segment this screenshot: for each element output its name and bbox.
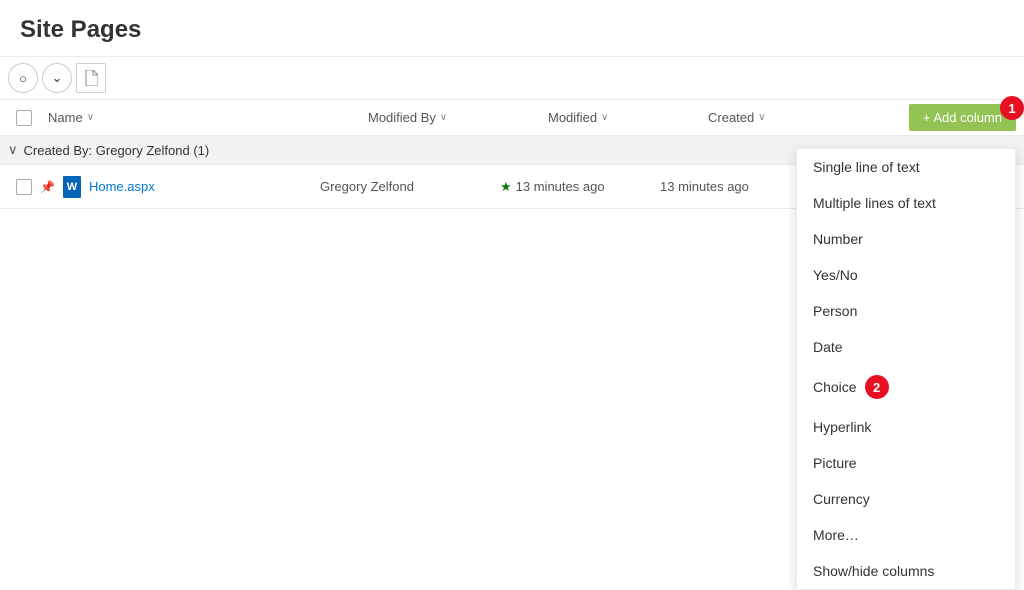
row-checkbox[interactable] xyxy=(16,179,32,195)
cell-modified: ★ 13 minutes ago xyxy=(500,179,660,195)
file-type-icon xyxy=(63,176,81,198)
dropdown-item-choice[interactable]: Choice 2 xyxy=(797,365,1015,409)
column-headers: Name ∨ Modified By ∨ Modified ∨ Created … xyxy=(0,100,1024,136)
chevron-button[interactable]: ⌄ xyxy=(42,63,72,93)
modified-by-sort-icon: ∨ xyxy=(440,112,447,123)
add-column-dropdown: Single line of text Multiple lines of te… xyxy=(796,148,1016,590)
dropdown-item-number[interactable]: Number xyxy=(797,221,1015,257)
badge-2: 2 xyxy=(865,375,889,399)
dropdown-item-single-line[interactable]: Single line of text xyxy=(797,149,1015,185)
circle-button[interactable]: ○ xyxy=(8,63,38,93)
badge-1: 1 xyxy=(1000,96,1024,120)
cell-created: 13 minutes ago xyxy=(660,179,800,194)
cell-name: 📌 Home.aspx xyxy=(40,176,320,198)
file-button[interactable] xyxy=(76,63,106,93)
cell-modified-by: Gregory Zelfond xyxy=(320,179,500,194)
name-sort-icon: ∨ xyxy=(87,112,94,123)
col-header-name[interactable]: Name ∨ xyxy=(40,110,360,125)
page-title: Site Pages xyxy=(0,0,1024,56)
col-header-modified[interactable]: Modified ∨ xyxy=(540,110,700,125)
add-column-label: + Add column xyxy=(923,110,1002,125)
created-sort-icon: ∨ xyxy=(758,112,765,123)
modified-sort-icon: ∨ xyxy=(601,112,608,123)
dropdown-item-multi-line[interactable]: Multiple lines of text xyxy=(797,185,1015,221)
col-header-created[interactable]: Created ∨ xyxy=(700,110,840,125)
add-column-button[interactable]: + Add column 1 xyxy=(909,104,1016,131)
dropdown-item-person[interactable]: Person xyxy=(797,293,1015,329)
group-label: Created By: Gregory Zelfond (1) xyxy=(24,143,210,158)
dropdown-item-more[interactable]: More… xyxy=(797,517,1015,553)
dropdown-item-yesno[interactable]: Yes/No xyxy=(797,257,1015,293)
dropdown-item-show-hide[interactable]: Show/hide columns xyxy=(797,553,1015,589)
dropdown-item-picture[interactable]: Picture xyxy=(797,445,1015,481)
file-name-link[interactable]: Home.aspx xyxy=(89,179,155,194)
modified-value: 13 minutes ago xyxy=(516,179,605,194)
dropdown-item-date[interactable]: Date xyxy=(797,329,1015,365)
col-header-modified-by[interactable]: Modified By ∨ xyxy=(360,110,540,125)
star-icon: ★ xyxy=(500,179,512,195)
dropdown-item-hyperlink[interactable]: Hyperlink xyxy=(797,409,1015,445)
group-chevron-icon[interactable]: ∨ xyxy=(8,142,18,158)
toolbar: ○ ⌄ xyxy=(0,56,1024,100)
select-all-checkbox[interactable] xyxy=(16,110,32,126)
pin-icon: 📌 xyxy=(40,180,55,194)
